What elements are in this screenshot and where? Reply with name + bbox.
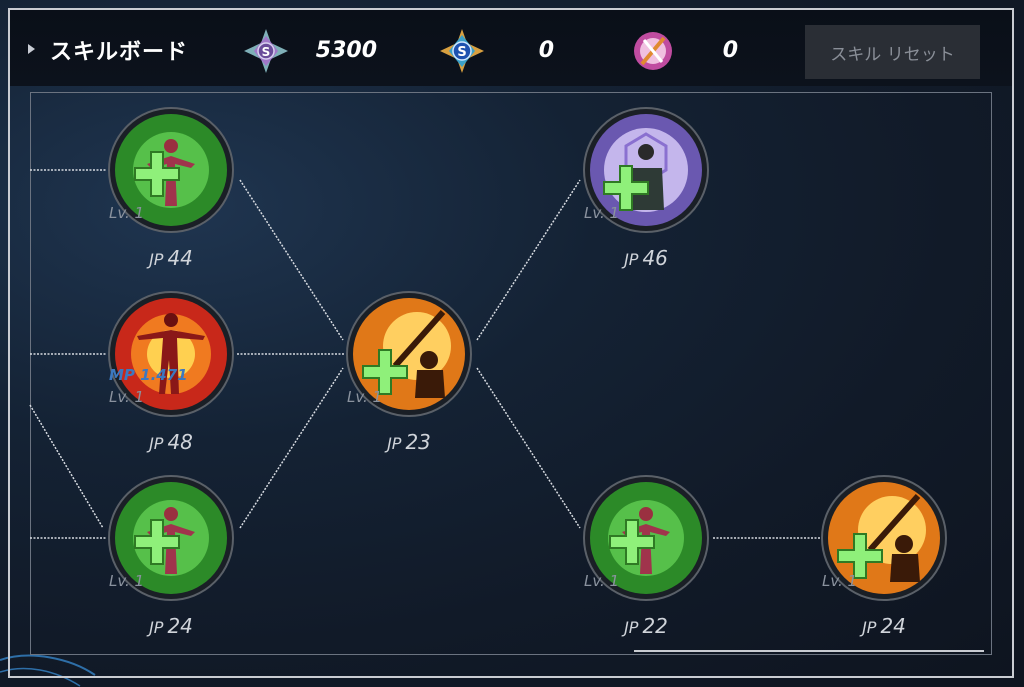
node-level: Lv. 1	[109, 572, 145, 590]
skill-node-heal-3[interactable]: Lv. 1 JP 22	[582, 474, 710, 638]
skill-node-shield-heal[interactable]: Lv. 1 JP 46	[582, 106, 710, 270]
connector-n4-n6	[476, 367, 581, 529]
node-jp-cost: JP 24	[820, 614, 948, 638]
jp-label: JP	[149, 434, 164, 453]
jp-value: 46	[642, 246, 668, 270]
skill-node-sword-heal-1[interactable]: Lv. 1 JP 23	[345, 290, 473, 454]
skill-node-burst[interactable]: MP 1.471 Lv. 1 JP 48	[107, 290, 235, 454]
jp-label: JP	[624, 250, 639, 269]
node-jp-cost: JP 44	[107, 246, 235, 270]
jp-value: 24	[167, 614, 193, 638]
node-level: Lv. 1	[822, 572, 858, 590]
node-jp-cost: JP 24	[107, 614, 235, 638]
connector-n1-n4	[239, 179, 344, 341]
node-jp-cost: JP 22	[582, 614, 710, 638]
node-level: Lv. 1	[109, 388, 145, 406]
node-mp-cost: MP 1.471	[109, 366, 188, 384]
connector-left-diagonal	[29, 404, 104, 529]
jp-label: JP	[862, 618, 877, 637]
jp-value: 24	[880, 614, 906, 638]
node-jp-cost: JP 23	[345, 430, 473, 454]
jp-label: JP	[624, 618, 639, 637]
node-level: Lv. 1	[109, 204, 145, 222]
jp-label: JP	[149, 618, 164, 637]
connector-n3-n4	[239, 367, 344, 529]
jp-value: 48	[167, 430, 193, 454]
skill-board-screen: スキルボード S 5300 S 0 0 スキル リセット Lv. 1 JP 44…	[0, 0, 1024, 687]
node-jp-cost: JP 48	[107, 430, 235, 454]
node-level: Lv. 1	[584, 572, 620, 590]
jp-value: 22	[642, 614, 668, 638]
jp-value: 44	[167, 246, 193, 270]
jp-value: 23	[405, 430, 431, 454]
jp-label: JP	[387, 434, 402, 453]
node-level: Lv. 1	[584, 204, 620, 222]
connector-n4-n5	[476, 179, 581, 341]
node-level: Lv. 1	[347, 388, 383, 406]
skill-node-heal-1[interactable]: Lv. 1 JP 44	[107, 106, 235, 270]
skill-node-sword-heal-2[interactable]: Lv. 1 JP 24	[820, 474, 948, 638]
jp-label: JP	[149, 250, 164, 269]
node-jp-cost: JP 46	[582, 246, 710, 270]
skill-node-heal-2[interactable]: Lv. 1 JP 24	[107, 474, 235, 638]
